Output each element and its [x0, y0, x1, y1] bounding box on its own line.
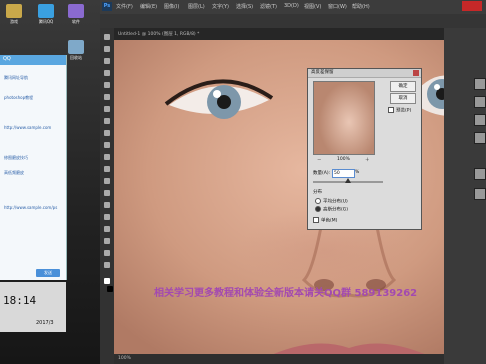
desktop-icon-games[interactable]	[6, 4, 22, 18]
foreground-color-swatch[interactable]	[104, 278, 110, 284]
amount-slider[interactable]	[313, 178, 383, 183]
eraser-tool-icon[interactable]	[104, 154, 110, 160]
gaussian-radio-dot[interactable]	[315, 206, 321, 212]
lips	[273, 343, 425, 354]
menu-type[interactable]: 文字(Y)	[212, 3, 229, 10]
lasso-tool-icon[interactable]	[104, 58, 110, 64]
preview-checkbox-box[interactable]	[388, 107, 394, 113]
layer-thumbnail[interactable]	[474, 96, 486, 108]
path-select-tool-icon[interactable]	[104, 226, 110, 232]
menu-window[interactable]: 窗口(W)	[328, 3, 347, 10]
clock-date: 2017/3	[36, 320, 54, 326]
shape-tool-icon[interactable]	[104, 238, 110, 244]
dodge-tool-icon[interactable]	[104, 190, 110, 196]
healing-brush-tool-icon[interactable]	[104, 106, 110, 112]
desktop-label: 游戏	[10, 19, 18, 24]
layer-thumbnail[interactable]	[474, 78, 486, 90]
chat-message[interactable]: http://www.sample.com	[4, 125, 62, 130]
layer-thumbnail[interactable]	[474, 114, 486, 126]
zoom-level: 100%	[337, 157, 350, 162]
history-brush-tool-icon[interactable]	[104, 142, 110, 148]
tools-panel	[100, 28, 114, 364]
monochromatic-checkbox[interactable]: 单色(M)	[313, 217, 337, 224]
dialog-close-icon[interactable]	[413, 70, 419, 76]
menu-filter[interactable]: 滤镜(T)	[260, 3, 277, 10]
menu-file[interactable]: 文件(F)	[116, 3, 133, 10]
desktop-label: 腾讯QQ	[38, 19, 54, 24]
menu-help[interactable]: 帮助(H)	[352, 3, 370, 10]
filter-preview[interactable]	[313, 81, 375, 155]
monochromatic-checkbox-box[interactable]	[313, 217, 319, 223]
background-color-swatch[interactable]	[107, 286, 113, 292]
uniform-radio-dot[interactable]	[315, 198, 321, 204]
desktop-icon-software[interactable]	[68, 4, 84, 18]
amount-label: 数量(A):	[313, 171, 331, 176]
window-close-button[interactable]	[462, 1, 482, 11]
zoom-in-button[interactable]: ＋	[365, 157, 370, 163]
brush-tool-icon[interactable]	[104, 118, 110, 124]
uniform-radio-label: 平均分布(U)	[323, 199, 348, 205]
layer-thumbnail[interactable]	[474, 168, 486, 180]
preview-checkbox-label: 预览(P)	[396, 108, 412, 114]
preview-checkbox[interactable]: 预览(P)	[388, 107, 411, 114]
chat-message[interactable]: 修图磨皮技巧	[4, 155, 62, 161]
clock-widget: 18:14 2017/3	[0, 282, 66, 332]
zoom-tool-icon[interactable]	[104, 262, 110, 268]
chat-title-bar[interactable]: QQ	[0, 55, 66, 65]
gaussian-radio-label: 高斯分布(G)	[323, 207, 348, 213]
right-panels	[444, 28, 486, 364]
chat-message[interactable]: 高低频磨皮	[4, 170, 62, 176]
quick-select-tool-icon[interactable]	[104, 70, 110, 76]
eyedropper-tool-icon[interactable]	[104, 94, 110, 100]
marquee-tool-icon[interactable]	[104, 46, 110, 52]
menu-edit[interactable]: 编辑(E)	[140, 3, 157, 10]
type-tool-icon[interactable]	[104, 214, 110, 220]
desktop-icon-qq[interactable]	[38, 4, 54, 18]
menu-bar: Ps 文件(F) 编辑(E) 图像(I) 图层(L) 文字(Y) 选择(S) 滤…	[100, 0, 486, 14]
pen-tool-icon[interactable]	[104, 202, 110, 208]
zoom-status: 100%	[118, 356, 131, 361]
desktop-icon-recycle[interactable]	[68, 40, 84, 54]
amount-input[interactable]: 50	[332, 169, 355, 178]
crop-tool-icon[interactable]	[104, 82, 110, 88]
hand-tool-icon[interactable]	[104, 250, 110, 256]
layer-thumbnail[interactable]	[474, 188, 486, 200]
chat-message[interactable]: 腾讯网址导航	[4, 75, 62, 81]
amount-unit: %	[355, 170, 360, 175]
zoom-out-button[interactable]: －	[317, 157, 322, 163]
chat-message[interactable]: photoshop教程	[4, 95, 62, 101]
status-bar: 100%	[114, 354, 444, 364]
dialog-title[interactable]: 高反差保留	[308, 69, 421, 78]
blur-tool-icon[interactable]	[104, 178, 110, 184]
left-eye	[164, 79, 274, 119]
ok-button[interactable]: 确定	[390, 81, 416, 92]
menu-view[interactable]: 视图(V)	[304, 3, 321, 10]
layer-thumbnail[interactable]	[474, 132, 486, 144]
photoshop-window: Ps 文件(F) 编辑(E) 图像(I) 图层(L) 文字(Y) 选择(S) 滤…	[100, 0, 486, 364]
distribution-label: 分布	[313, 190, 322, 195]
options-bar	[100, 14, 486, 29]
chat-message[interactable]: http://www.sample.com/ps	[4, 205, 62, 210]
gradient-tool-icon[interactable]	[104, 166, 110, 172]
gaussian-radio[interactable]: 高斯分布(G)	[315, 206, 348, 213]
uniform-radio[interactable]: 平均分布(U)	[315, 198, 348, 205]
menu-select[interactable]: 选择(S)	[236, 3, 253, 10]
chat-window: QQ 腾讯网址导航 photoshop教程 http://www.sample.…	[0, 55, 67, 280]
watermark-text: 相关学习更多教程和体验全新版本请关QQ群 589139262	[154, 288, 418, 299]
high-pass-dialog: 高反差保留 － 100% ＋ 确定 取消 预览(P) 数量(A): 50 % 分…	[307, 68, 422, 230]
menu-layer[interactable]: 图层(L)	[188, 3, 205, 10]
document-tab-label: Untitled-1 @ 100% (图层 1, RGB/8) *	[118, 32, 200, 37]
ps-logo: Ps	[102, 2, 112, 11]
send-button[interactable]: 发送	[36, 269, 60, 277]
menu-image[interactable]: 图像(I)	[164, 3, 179, 10]
clock-time: 18:14	[3, 294, 37, 307]
amount-slider-handle[interactable]	[345, 178, 351, 183]
menu-3d[interactable]: 3D(D)	[284, 3, 299, 9]
desktop-label: 软件	[72, 19, 80, 24]
monochromatic-checkbox-label: 单色(M)	[321, 218, 338, 224]
move-tool-icon[interactable]	[104, 34, 110, 40]
clone-stamp-tool-icon[interactable]	[104, 130, 110, 136]
cancel-button[interactable]: 取消	[390, 93, 416, 104]
